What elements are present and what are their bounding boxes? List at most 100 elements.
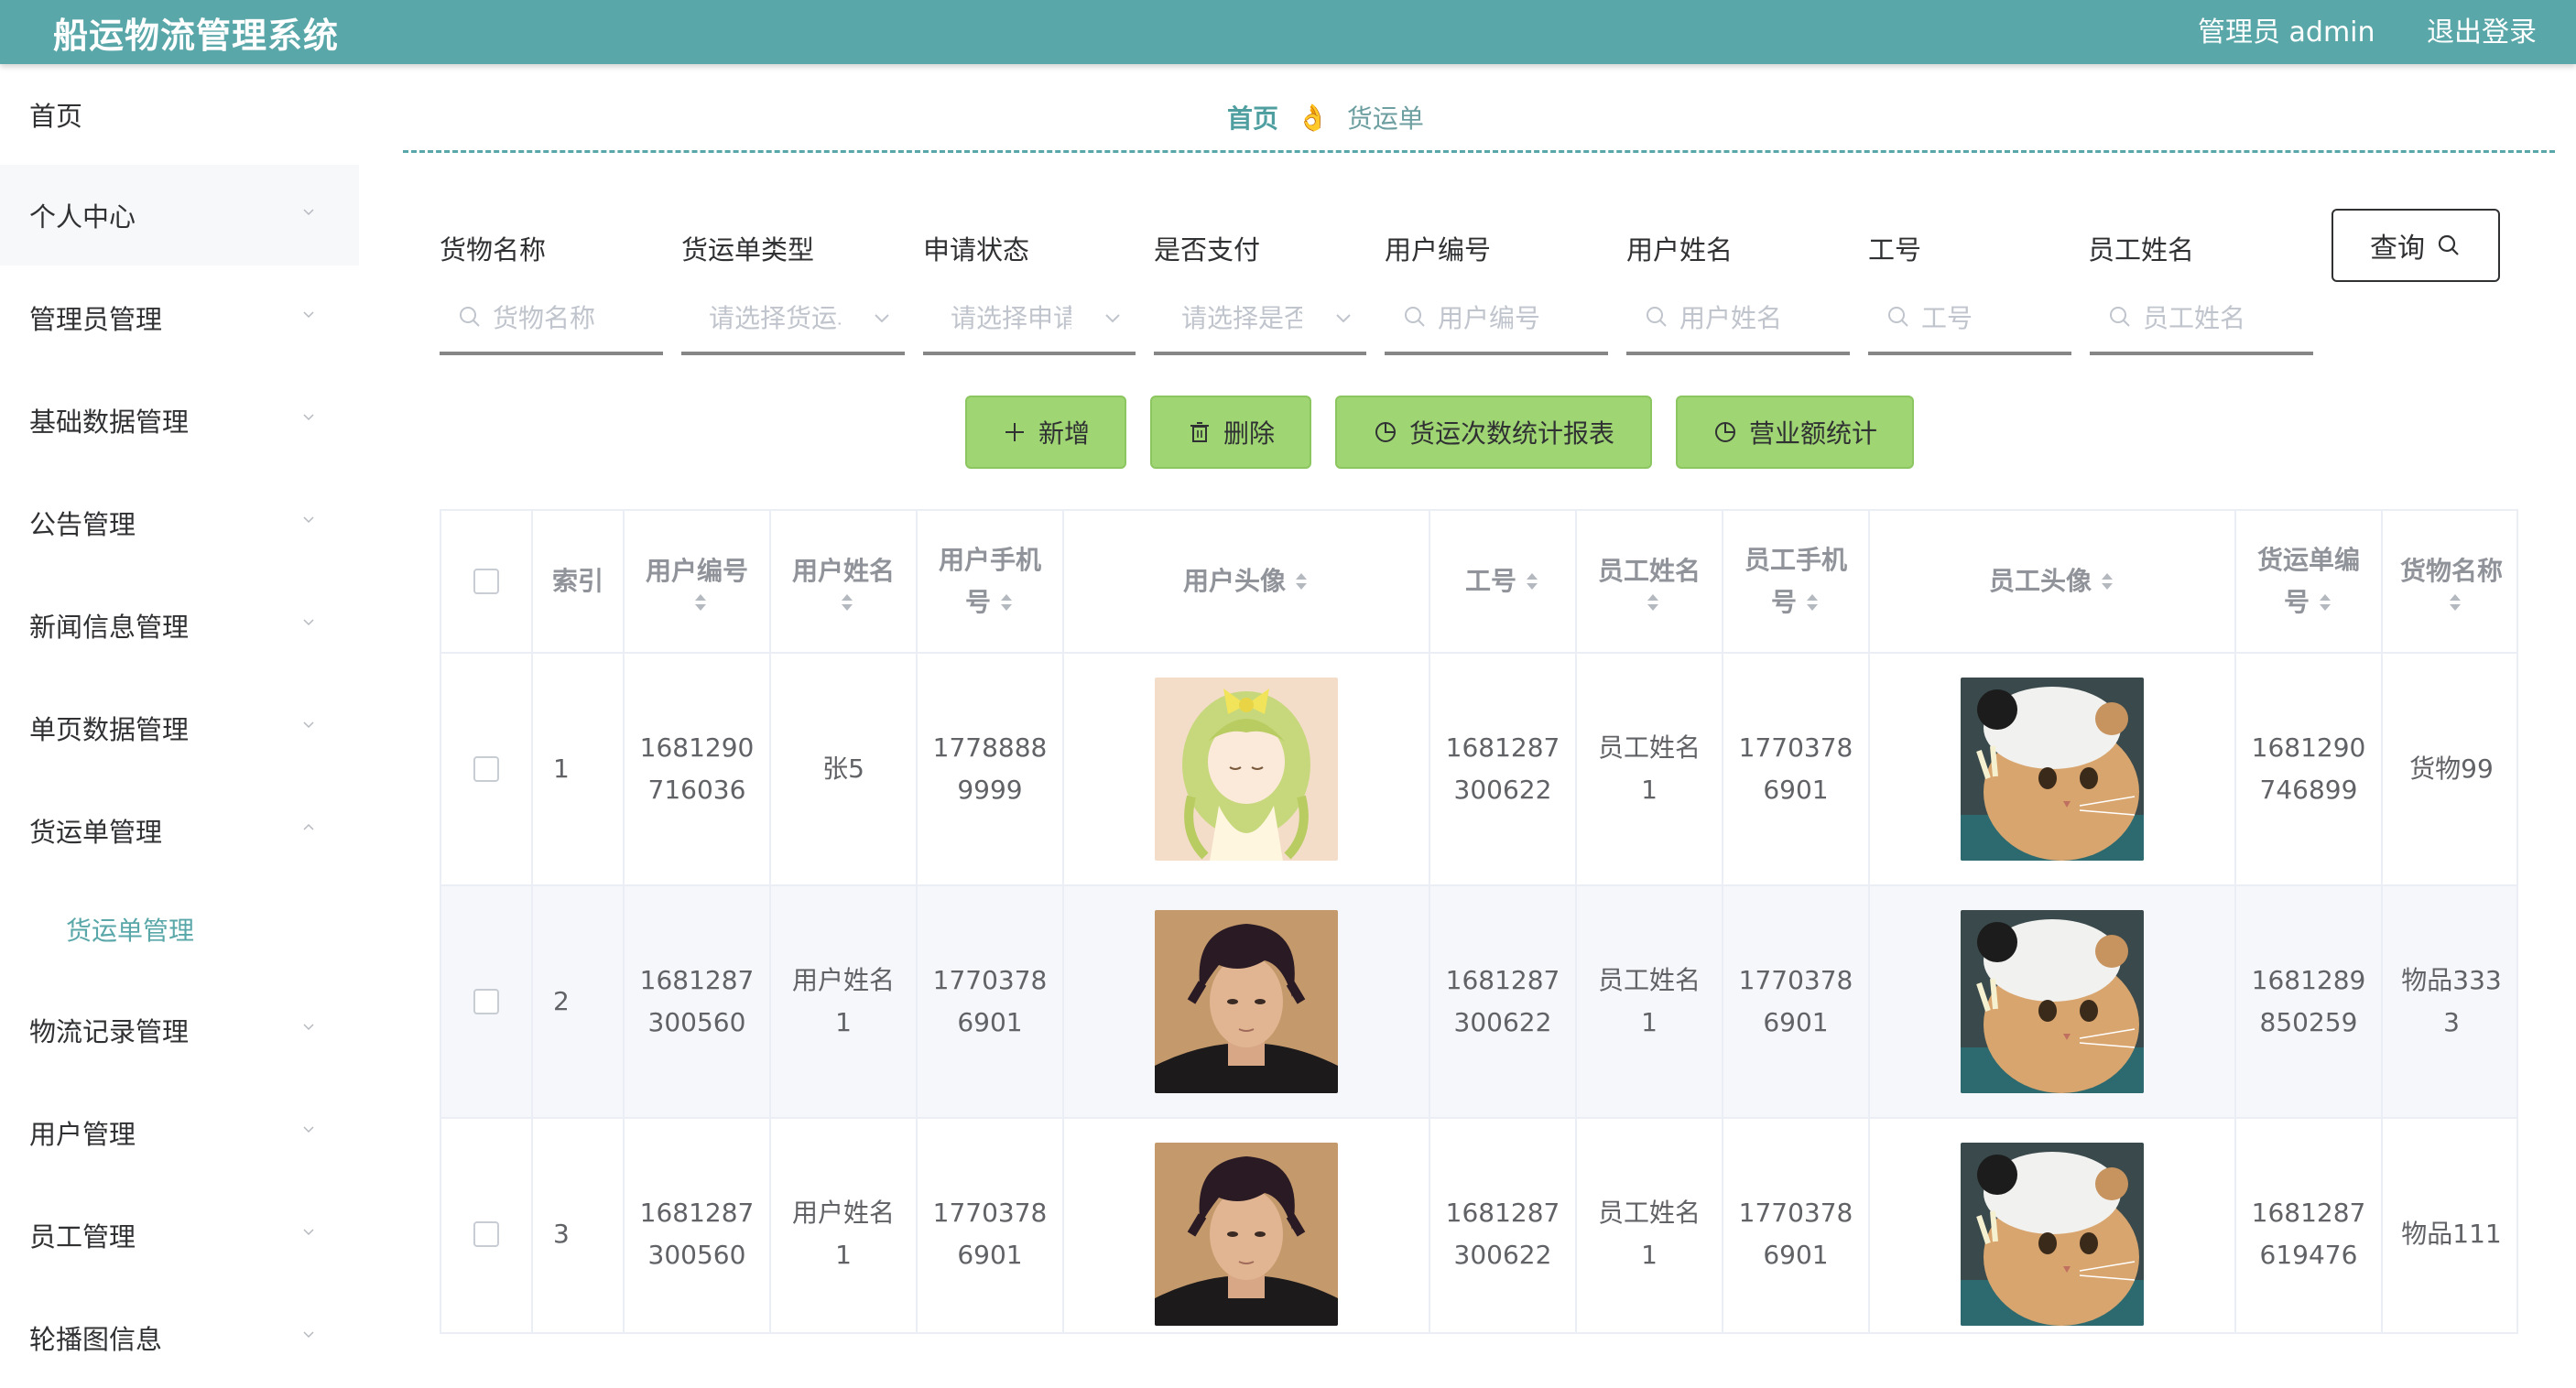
cell-text: 1681287 [639,965,755,995]
sidebar-item-notice[interactable]: 公告管理 [0,472,359,573]
table-cell-staff-name: 员工姓名 1 [1577,1119,1723,1332]
user-no-input[interactable]: 用户编号 [1385,282,1608,355]
cat-avatar[interactable] [1961,678,2144,861]
staff-name-input[interactable]: 员工姓名 [2090,282,2313,355]
sidebar-item-home[interactable]: 首页 [0,64,359,165]
header-label: 员工头像 [1988,566,2092,596]
header-user-name[interactable]: 用户姓名 [771,511,918,652]
header-label: 号 [964,587,991,617]
apply-status-select[interactable]: 请选择申请状态 [923,282,1136,355]
search-icon [2108,305,2132,329]
header-label: 号 [2283,587,2310,617]
sort-icon[interactable] [692,592,709,613]
sort-icon[interactable] [2099,571,2115,591]
sidebar: 首页 个人中心 管理员管理 基础数据管理 公告管理 新闻信息管理 单页数据管理 … [0,64,359,1355]
table-cell-staff-name: 员工姓名 1 [1577,654,1723,884]
header-label: 用户姓名 [791,556,895,586]
goods-name-input[interactable]: 货物名称 [440,282,663,355]
logout-link[interactable]: 退出登录 [2427,9,2537,49]
sidebar-item-label: 个人中心 [29,201,136,233]
sidebar-item-staff[interactable]: 员工管理 [0,1185,359,1285]
sidebar-item-personal-center[interactable]: 个人中心 [0,165,359,266]
sort-icon[interactable] [1524,571,1540,591]
sidebar-item-single-page[interactable]: 单页数据管理 [0,678,359,778]
man-avatar[interactable] [1155,1143,1338,1326]
shipment-count-report-button[interactable]: 货运次数统计报表 [1335,396,1652,469]
man-avatar[interactable] [1155,910,1338,1093]
cell-text: 6901 [1763,775,1829,805]
delete-button[interactable]: 删除 [1150,396,1311,469]
row-checkbox[interactable] [473,1221,499,1247]
anime-girl-avatar[interactable] [1155,678,1338,861]
sidebar-item-carousel[interactable]: 轮播图信息 [0,1287,359,1388]
header-staff-avatar[interactable]: 员工头像 [1870,511,2236,652]
chevron-down-icon [302,1328,315,1340]
header-staff-no[interactable]: 工号 [1430,511,1577,652]
table-cell-user-phone: 1778888 9999 [918,654,1064,884]
waybill-type-select[interactable]: 请选择货运单类型 [681,282,905,355]
chevron-down-icon [302,308,315,320]
header-user-no[interactable]: 用户编号 [625,511,771,652]
paid-placeholder: 请选择是否支付 [1181,303,1302,333]
header-staff-phone[interactable]: 员工手机 号 [1723,511,1870,652]
staff-no-placeholder: 工号 [1921,303,1973,333]
delete-button-label: 删除 [1223,418,1275,449]
user-name-input[interactable]: 用户姓名 [1626,282,1850,355]
header-user-phone[interactable]: 用户手机 号 [918,511,1064,652]
waybill-type-placeholder: 请选择货运单类型 [709,303,841,333]
current-user: 管理员 admin [2198,16,2375,49]
sort-icon[interactable] [1804,592,1821,613]
row-checkbox[interactable] [473,989,499,1014]
sort-icon[interactable] [998,592,1015,613]
table-cell-index: 2 [533,886,625,1117]
app-title: 船运物流管理系统 [53,16,340,56]
user-no-placeholder: 用户编号 [1438,303,1541,333]
cell-text: 1778888 [932,732,1048,763]
cat-avatar[interactable] [1961,1143,2144,1326]
sidebar-item-news[interactable]: 新闻信息管理 [0,575,359,676]
chevron-down-icon [302,410,315,423]
table-cell-order-no: 1681290 746899 [2236,654,2383,884]
staff-no-input[interactable]: 工号 [1868,282,2071,355]
cell-text: 1770378 [932,1198,1048,1228]
cell-text: 9999 [957,775,1023,805]
sort-icon[interactable] [2317,592,2333,613]
cell-text: 300622 [1453,1007,1552,1037]
add-button[interactable]: 新增 [965,396,1126,469]
sidebar-item-logistics[interactable]: 物流记录管理 [0,980,359,1080]
cell-text: 1 [1641,1240,1658,1270]
header-label: 用户编号 [645,556,748,586]
sort-icon[interactable] [839,592,855,613]
sidebar-item-admin[interactable]: 管理员管理 [0,267,359,368]
header-goods-name[interactable]: 货物名称 [2383,511,2516,652]
revenue-stats-label: 营业额统计 [1748,418,1877,449]
breadcrumb-home[interactable]: 首页 [1227,99,1278,136]
cell-text: 3 [2443,1007,2460,1037]
paid-select[interactable]: 请选择是否支付 [1154,282,1366,355]
table-cell-user-avatar [1064,1119,1430,1332]
table-cell-staff-no: 1681287 300622 [1430,886,1577,1117]
sort-icon[interactable] [1645,592,1661,613]
query-button[interactable]: 查询 [2331,209,2500,282]
label-waybill-type: 货运单类型 [681,234,815,266]
sidebar-item-basic-data[interactable]: 基础数据管理 [0,370,359,471]
header-staff-name[interactable]: 员工姓名 [1577,511,1723,652]
sidebar-subitem-waybill[interactable]: 货运单管理 [0,888,359,971]
sort-icon[interactable] [1293,571,1310,591]
header-label: 员工手机 [1744,545,1847,575]
cell-text: 1681290 [2251,732,2366,763]
sort-icon[interactable] [2447,592,2463,613]
table-cell-index: 3 [533,1119,625,1332]
header-label: 用户手机 [938,545,1041,575]
header-user-avatar[interactable]: 用户头像 [1064,511,1430,652]
cell-text: 1 [1641,1007,1658,1037]
cat-avatar[interactable] [1961,910,2144,1093]
sidebar-item-users[interactable]: 用户管理 [0,1082,359,1183]
chevron-down-icon [872,308,892,328]
revenue-stats-button[interactable]: 营业额统计 [1676,396,1914,469]
search-icon [1403,305,1427,329]
select-all-checkbox[interactable] [473,569,499,594]
header-order-no[interactable]: 货运单编 号 [2236,511,2383,652]
sidebar-item-waybill[interactable]: 货运单管理 [0,780,359,881]
row-checkbox[interactable] [473,756,499,782]
